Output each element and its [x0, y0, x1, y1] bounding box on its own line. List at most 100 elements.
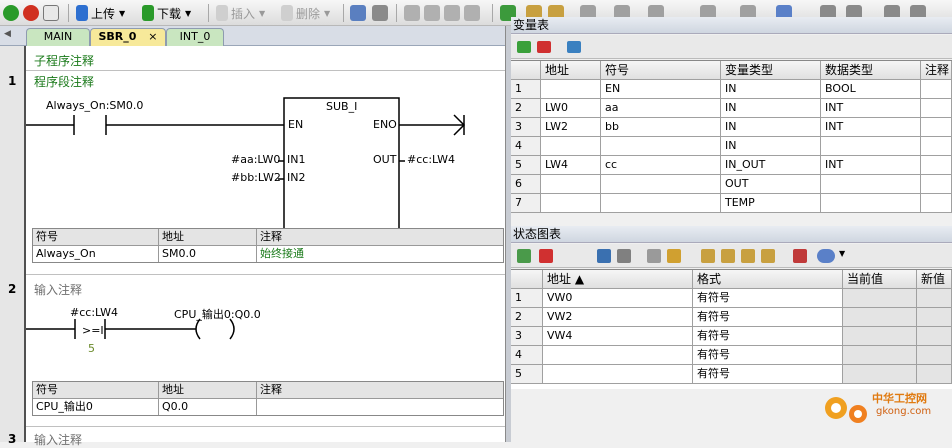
table-row[interactable]: 1 EN IN BOOL	[511, 80, 952, 99]
col-var-type[interactable]: 变量类型	[721, 61, 821, 80]
ladder-editor[interactable]: 子程序注释 1 程序段注释 Always_On:SM0.0 SUB_I EN E…	[0, 46, 505, 447]
tab-int0[interactable]: INT_0	[166, 28, 224, 46]
lock-icon[interactable]	[701, 249, 715, 263]
table-cell[interactable]	[843, 365, 917, 384]
contact-always-on-label[interactable]: Always_On:SM0.0	[46, 99, 143, 112]
chevron-down-icon[interactable]: ▼	[839, 249, 845, 258]
table-cell[interactable]	[541, 194, 601, 213]
table-cell[interactable]: LW4	[541, 156, 601, 175]
table-cell[interactable]: IN_OUT	[721, 156, 821, 175]
glasses-icon[interactable]	[647, 249, 661, 263]
network-button[interactable]	[350, 3, 366, 23]
table-cell[interactable]: 有符号	[693, 308, 843, 327]
table-cell[interactable]: LW2	[541, 118, 601, 137]
table-cell[interactable]: 有符号	[693, 289, 843, 308]
pause-monitor-icon[interactable]	[617, 249, 631, 263]
col-symbol[interactable]: 符号	[601, 61, 721, 80]
table-cell[interactable]: VW4	[543, 327, 693, 346]
table-cell[interactable]	[543, 346, 693, 365]
insert-button[interactable]: 插入 ▼	[216, 3, 265, 23]
unlock-icon[interactable]	[721, 249, 735, 263]
table-row[interactable]: 4 有符号	[511, 346, 952, 365]
chevron-down-icon[interactable]: ▼	[259, 9, 265, 18]
col-address[interactable]: 地址 ▲	[543, 270, 693, 289]
run-button[interactable]	[3, 3, 19, 23]
table-cell[interactable]: aa	[601, 99, 721, 118]
table-cell[interactable]: IN	[721, 137, 821, 156]
col-address[interactable]: 地址	[541, 61, 601, 80]
table-cell[interactable]	[921, 80, 952, 99]
contact-cc-label[interactable]: #cc:LW4	[70, 306, 118, 319]
row-number-header[interactable]	[511, 270, 543, 289]
table-cell[interactable]	[921, 137, 952, 156]
table-cell[interactable]	[917, 327, 952, 346]
table-cell[interactable]	[541, 175, 601, 194]
table-cell[interactable]	[541, 137, 601, 156]
find-icon[interactable]	[567, 41, 581, 53]
table-cell[interactable]: IN	[721, 80, 821, 99]
table-cell[interactable]	[921, 118, 952, 137]
col-new-value[interactable]: 新值	[917, 270, 952, 289]
table-cell[interactable]	[921, 156, 952, 175]
table-cell[interactable]	[601, 137, 721, 156]
start-monitor-icon[interactable]	[597, 249, 611, 263]
table-row[interactable]: 2 LW0 aa IN INT	[511, 99, 952, 118]
table-cell[interactable]: 有符号	[693, 346, 843, 365]
unforce-icon[interactable]	[761, 249, 775, 263]
table-cell[interactable]: 有符号	[693, 365, 843, 384]
table-cell[interactable]	[921, 175, 952, 194]
table-row[interactable]: 5 LW4 cc IN_OUT INT	[511, 156, 952, 175]
table-cell[interactable]	[921, 194, 952, 213]
compile-button[interactable]	[43, 3, 59, 23]
compare-value[interactable]: 5	[88, 342, 95, 355]
col-current-value[interactable]: 当前值	[843, 270, 917, 289]
upload-button[interactable]: 上传 ▼	[76, 3, 125, 23]
delete-row-icon[interactable]	[539, 249, 553, 263]
table-cell[interactable]: bb	[601, 118, 721, 137]
table-cell[interactable]	[601, 194, 721, 213]
table-row[interactable]: 5 有符号	[511, 365, 952, 384]
monitor-button[interactable]	[464, 3, 480, 23]
table-cell[interactable]: VW0	[543, 289, 693, 308]
table-row[interactable]: 7 TEMP	[511, 194, 952, 213]
trend-chart-icon[interactable]	[793, 249, 807, 263]
row-number-header[interactable]	[511, 61, 541, 80]
table-cell[interactable]: INT	[821, 118, 921, 137]
delete-row-icon[interactable]	[537, 41, 551, 53]
network-comment[interactable]: 输入注释	[34, 431, 82, 448]
table-row[interactable]: 1 VW0 有符号	[511, 289, 952, 308]
table-cell[interactable]	[843, 327, 917, 346]
contact-button[interactable]	[404, 3, 420, 23]
table-cell[interactable]	[601, 175, 721, 194]
chevron-down-icon[interactable]: ▼	[185, 9, 191, 18]
table-row[interactable]: 6 OUT	[511, 175, 952, 194]
box-button[interactable]	[444, 3, 460, 23]
table-row[interactable]: 4 IN	[511, 137, 952, 156]
table-cell[interactable]	[917, 365, 952, 384]
table-row[interactable]: 2 VW2 有符号	[511, 308, 952, 327]
subroutine-comment[interactable]: 子程序注释	[34, 52, 94, 69]
table-cell[interactable]	[821, 175, 921, 194]
table-cell[interactable]: TEMP	[721, 194, 821, 213]
table-cell[interactable]	[843, 308, 917, 327]
force-icon[interactable]	[741, 249, 755, 263]
tab-scroll-left-icon[interactable]: ◀	[4, 29, 11, 39]
in2-operand[interactable]: #bb:LW2	[231, 171, 281, 184]
col-format[interactable]: 格式	[693, 270, 843, 289]
network-comment[interactable]: 程序段注释	[34, 73, 94, 90]
table-cell[interactable]	[843, 289, 917, 308]
table-cell[interactable]: OUT	[721, 175, 821, 194]
stop-button[interactable]	[23, 3, 39, 23]
table-cell[interactable]	[843, 346, 917, 365]
comment-icon[interactable]	[817, 249, 835, 263]
table-cell[interactable]	[917, 289, 952, 308]
download-button[interactable]: 下载 ▼	[142, 3, 191, 23]
out-operand[interactable]: #cc:LW4	[407, 153, 455, 166]
table-cell[interactable]	[917, 308, 952, 327]
table-cell[interactable]: 有符号	[693, 327, 843, 346]
table-cell[interactable]: cc	[601, 156, 721, 175]
table-row[interactable]: 3 LW2 bb IN INT	[511, 118, 952, 137]
coil-button[interactable]	[424, 3, 440, 23]
table-cell[interactable]: VW2	[543, 308, 693, 327]
table-cell[interactable]	[541, 80, 601, 99]
